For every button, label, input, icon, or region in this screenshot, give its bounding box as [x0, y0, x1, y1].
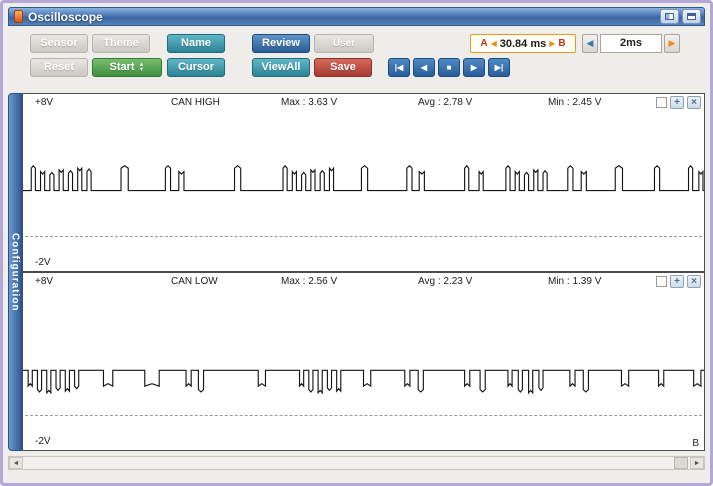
- scale-top-label: +8V: [35, 97, 54, 108]
- scroll-right-button[interactable]: ►: [690, 457, 704, 469]
- timebase-left-arrow-icon: ◀: [586, 38, 594, 48]
- cursor-ab-time-display: A ◀ 30.84 ms ▶ B: [470, 34, 576, 53]
- min-value: Min : 2.45 V: [548, 97, 602, 108]
- save-button[interactable]: Save: [314, 58, 372, 77]
- avg-value: Avg : 2.78 V: [418, 97, 473, 108]
- cursor-a-arrow-icon: ◀: [490, 39, 497, 48]
- stop-button[interactable]: ■: [438, 58, 460, 77]
- spinner-updown-icon: ▲ ▼: [138, 62, 145, 73]
- channel-panel-can-low: +8V CAN LOW Max : 2.56 V Avg : 2.23 V Mi…: [22, 272, 705, 451]
- channel-name: CAN LOW: [171, 276, 218, 287]
- zero-volt-gridline: [25, 235, 702, 237]
- scale-bottom-label: -2V: [35, 436, 51, 447]
- step-back-button[interactable]: ◀: [413, 58, 435, 77]
- theme-button[interactable]: Theme: [92, 34, 150, 53]
- channel-checkbox[interactable]: [656, 97, 667, 108]
- step-back-icon: ◀: [420, 63, 428, 72]
- cursor-b-marker: B: [692, 438, 699, 449]
- timebase-value[interactable]: 2ms: [600, 34, 662, 53]
- cursor-a-label: A: [480, 38, 488, 49]
- panes-icon: [665, 13, 674, 20]
- min-value: Min : 1.39 V: [548, 276, 602, 287]
- viewall-button[interactable]: ViewAll: [252, 58, 310, 77]
- stop-icon: ■: [446, 63, 452, 72]
- cursor-b-label: B: [558, 38, 566, 49]
- skip-to-start-button[interactable]: |◀: [388, 58, 410, 77]
- sensor-button[interactable]: Sensor: [30, 34, 88, 53]
- scale-top-label: +8V: [35, 276, 54, 287]
- timebase-decrease-button[interactable]: ◀: [582, 34, 598, 53]
- close-channel-button[interactable]: ×: [687, 275, 701, 288]
- start-button[interactable]: Start ▲ ▼: [92, 58, 162, 77]
- skip-to-end-icon: ▶|: [494, 63, 504, 72]
- close-channel-button[interactable]: ×: [687, 96, 701, 109]
- zero-volt-gridline: [25, 414, 702, 416]
- reset-button[interactable]: Reset: [30, 58, 88, 77]
- can-low-waveform: [23, 369, 704, 395]
- oscilloscope-window: Oscilloscope Sensor Theme Name Review Us…: [0, 0, 713, 486]
- zoom-plus-button[interactable]: +: [670, 96, 684, 109]
- window-restore-button[interactable]: [682, 9, 701, 24]
- window-title: Oscilloscope: [28, 9, 103, 24]
- ab-time-value: 30.84 ms: [499, 37, 547, 50]
- name-button[interactable]: Name: [167, 34, 225, 53]
- channel-name: CAN HIGH: [171, 97, 220, 108]
- zoom-plus-button[interactable]: +: [670, 275, 684, 288]
- scale-bottom-label: -2V: [35, 257, 51, 268]
- window-restore-icon: [687, 13, 696, 20]
- panes-layout-button[interactable]: [660, 9, 679, 24]
- review-button[interactable]: Review: [252, 34, 310, 53]
- max-value: Max : 3.63 V: [281, 97, 338, 108]
- start-button-label: Start: [109, 61, 135, 73]
- avg-value: Avg : 2.23 V: [418, 276, 473, 287]
- user-setting-button[interactable]: User Setting: [314, 34, 374, 53]
- horizontal-scrollbar[interactable]: ◄ ►: [8, 456, 705, 470]
- configuration-tab-label: Configuration: [9, 232, 21, 312]
- play-button[interactable]: ▶: [463, 58, 485, 77]
- cursor-button[interactable]: Cursor: [167, 58, 225, 77]
- oscilloscope-app-icon: [14, 10, 23, 23]
- skip-to-start-icon: |◀: [394, 63, 404, 72]
- scroll-left-button[interactable]: ◄: [9, 457, 23, 469]
- max-value: Max : 2.56 V: [281, 276, 338, 287]
- panel-controls: + ×: [656, 275, 701, 288]
- scrollbar-thumb[interactable]: [674, 457, 688, 469]
- play-icon: ▶: [470, 63, 478, 72]
- timebase-increase-button[interactable]: ▶: [664, 34, 680, 53]
- configuration-tab[interactable]: Configuration: [8, 93, 22, 451]
- titlebar: Oscilloscope: [8, 7, 705, 26]
- can-high-waveform: [23, 164, 704, 192]
- channel-checkbox[interactable]: [656, 276, 667, 287]
- spinner-down-icon: ▼: [138, 67, 145, 73]
- panel-controls: + ×: [656, 96, 701, 109]
- channel-panel-can-high: +8V CAN HIGH Max : 3.63 V Avg : 2.78 V M…: [22, 93, 705, 272]
- cursor-b-arrow-icon: ▶: [549, 39, 556, 48]
- timebase-right-arrow-icon: ▶: [668, 38, 676, 48]
- skip-to-end-button[interactable]: ▶|: [488, 58, 510, 77]
